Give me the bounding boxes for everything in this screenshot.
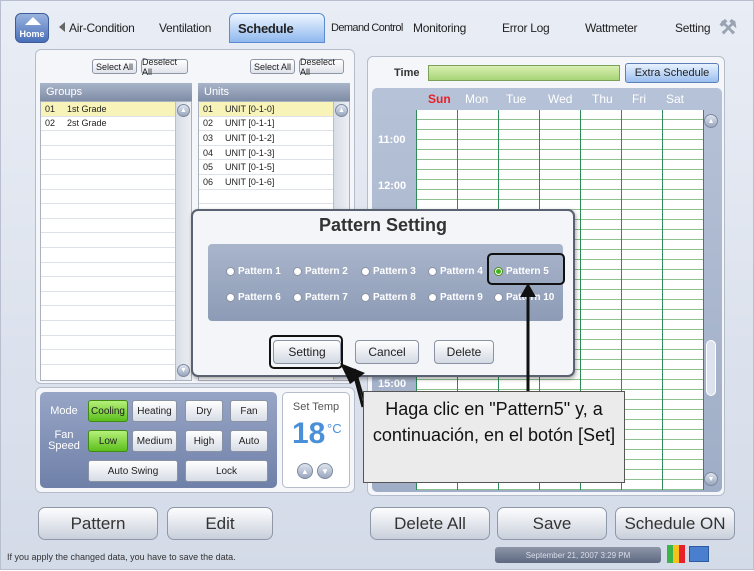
app-window: Home Air-Condition Ventilation Schedule … <box>0 0 754 570</box>
arrowhead-left-icon <box>340 363 365 384</box>
instruction-callout: Haga clic en "Pattern5" y, a continuació… <box>363 391 625 483</box>
arrowhead-up-icon <box>520 283 536 297</box>
annotation-arrows <box>340 283 536 408</box>
